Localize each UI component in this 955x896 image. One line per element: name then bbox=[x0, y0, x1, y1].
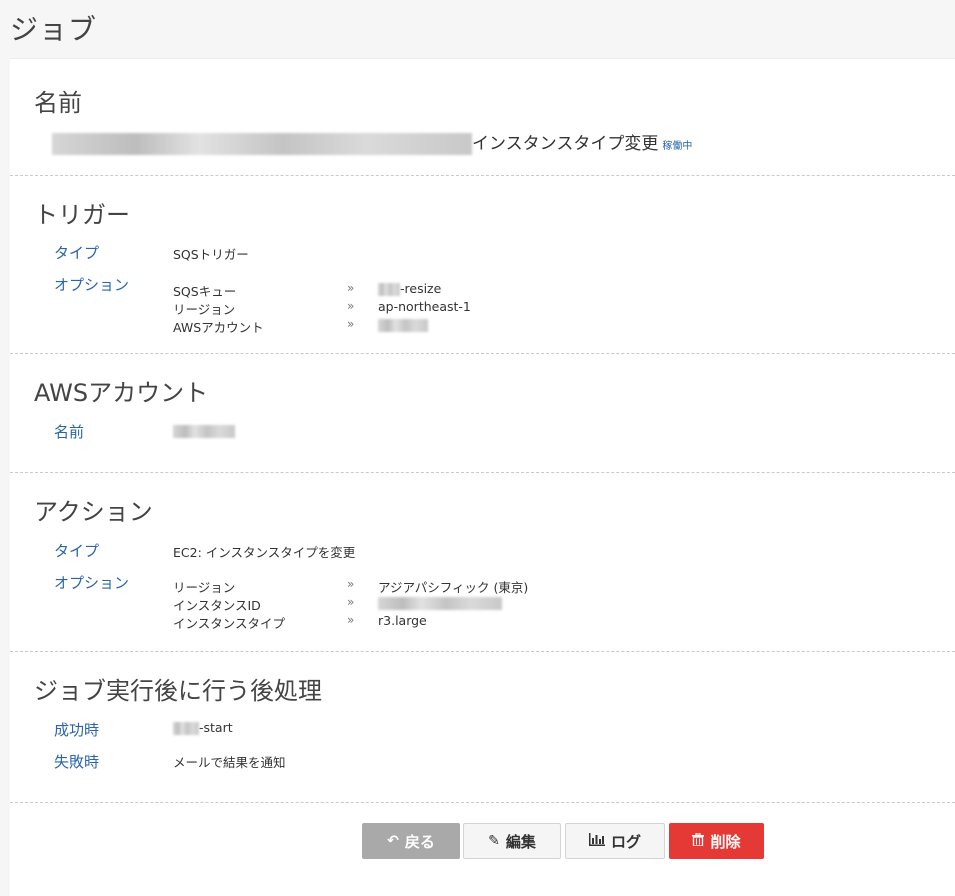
trigger-heading: トリガー bbox=[34, 201, 130, 229]
job-name-suffix: インスタンスタイプ変更 bbox=[472, 134, 659, 154]
option-key: インスタンスID bbox=[173, 598, 261, 613]
option-key: AWSアカウント bbox=[173, 320, 264, 335]
redacted-queue-prefix bbox=[378, 283, 400, 296]
option-value: ap-northeast-1 bbox=[378, 299, 471, 314]
queue-suffix: -resize bbox=[400, 281, 442, 296]
back-button[interactable]: ↶ 戻る bbox=[362, 823, 460, 859]
edit-icon: ✎ bbox=[488, 833, 500, 849]
option-value: -resize bbox=[378, 281, 441, 296]
option-arrow: » bbox=[347, 317, 355, 331]
option-value bbox=[378, 595, 502, 610]
aws-account-heading: AWSアカウント bbox=[34, 379, 209, 407]
option-arrow: » bbox=[347, 281, 355, 295]
redacted-success-job bbox=[173, 722, 199, 735]
aws-account-section: AWSアカウント 名前 bbox=[10, 353, 955, 473]
redacted-job-name bbox=[52, 133, 472, 155]
action-section: アクション タイプ EC2: インスタンスタイプを変更 オプション リージョン … bbox=[10, 472, 955, 652]
option-arrow: » bbox=[347, 613, 355, 627]
redacted-account-name bbox=[173, 425, 235, 438]
option-arrow: » bbox=[347, 577, 355, 591]
post-process-heading: ジョブ実行後に行う後処理 bbox=[34, 677, 322, 705]
post-process-section: ジョブ実行後に行う後処理 成功時 -start 失敗時 メールで結果を通知 bbox=[10, 651, 955, 803]
success-label: 成功時 bbox=[54, 721, 100, 739]
aws-account-name-value bbox=[173, 423, 235, 438]
action-type-label: タイプ bbox=[54, 542, 100, 560]
edit-button-label: 編集 bbox=[505, 832, 536, 851]
back-button-label: 戻る bbox=[404, 832, 435, 851]
aws-account-name-label: 名前 bbox=[54, 423, 85, 441]
trigger-type-label: タイプ bbox=[54, 244, 100, 262]
edit-button[interactable]: ✎ 編集 bbox=[463, 823, 561, 859]
status-badge: 稼働中 bbox=[662, 141, 693, 152]
undo-arrow-icon: ↶ bbox=[387, 833, 399, 849]
failure-label: 失敗時 bbox=[54, 753, 100, 771]
option-key: SQSキュー bbox=[173, 284, 237, 299]
delete-button-label: 削除 bbox=[710, 832, 741, 851]
failure-value: メールで結果を通知 bbox=[173, 755, 286, 770]
option-arrow: » bbox=[347, 595, 355, 609]
job-name: インスタンスタイプ変更 稼働中 bbox=[52, 129, 692, 155]
action-options-label: オプション bbox=[54, 574, 130, 592]
option-value bbox=[378, 317, 428, 332]
redacted-instance-id bbox=[378, 597, 502, 610]
trash-icon bbox=[692, 832, 705, 850]
page-title: ジョブ bbox=[10, 13, 98, 46]
option-key: リージョン bbox=[173, 580, 236, 595]
name-section: 名前 インスタンスタイプ変更 稼働中 bbox=[10, 59, 955, 176]
option-key: インスタンスタイプ bbox=[173, 616, 286, 631]
option-value: アジアパシフィック (東京) bbox=[378, 580, 529, 595]
option-key: リージョン bbox=[173, 302, 236, 317]
job-detail-panel: 名前 インスタンスタイプ変更 稼働中 トリガー タイプ SQSトリガー オプション… bbox=[10, 58, 955, 896]
action-type-value: EC2: インスタンスタイプを変更 bbox=[173, 545, 356, 560]
trigger-type-value: SQSトリガー bbox=[173, 247, 249, 262]
option-value: r3.large bbox=[378, 613, 427, 628]
bar-chart-icon bbox=[588, 832, 605, 850]
name-heading: 名前 bbox=[34, 89, 82, 117]
success-job-suffix: -start bbox=[199, 720, 233, 735]
log-button[interactable]: ログ bbox=[565, 823, 665, 859]
log-button-label: ログ bbox=[610, 832, 641, 851]
delete-button[interactable]: 削除 bbox=[669, 823, 764, 859]
trigger-options-label: オプション bbox=[54, 276, 130, 294]
success-value: -start bbox=[173, 720, 233, 735]
redacted-aws-account bbox=[378, 319, 428, 332]
option-arrow: » bbox=[347, 299, 355, 313]
trigger-section: トリガー タイプ SQSトリガー オプション SQSキュー » -resize … bbox=[10, 175, 955, 354]
action-heading: アクション bbox=[34, 498, 153, 526]
